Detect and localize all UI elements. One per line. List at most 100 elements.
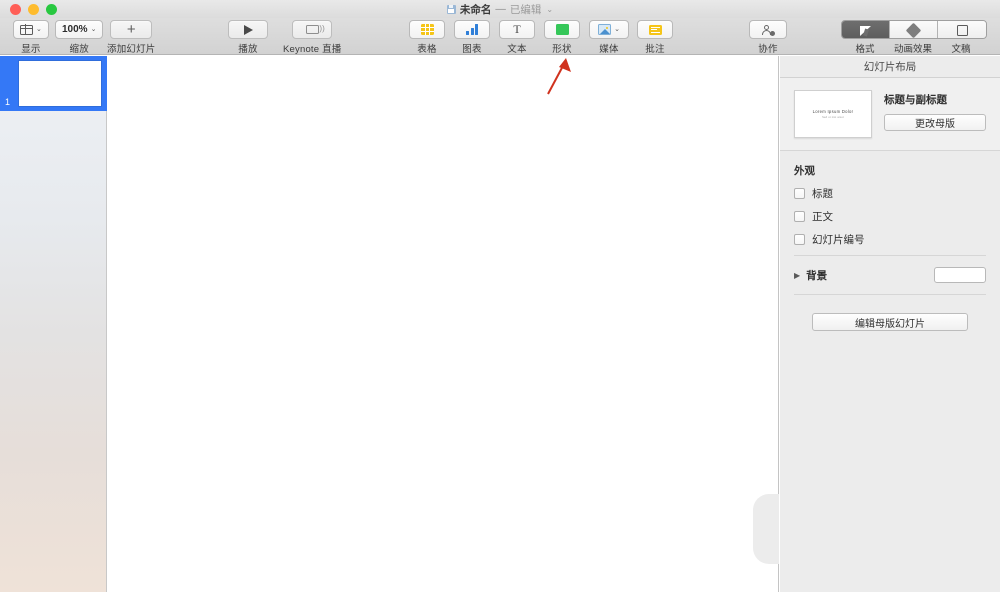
plus-icon: + (126, 21, 136, 38)
title-bar: 未命名 — 已编辑 ⌄ (0, 0, 1000, 18)
disclosure-triangle-icon[interactable]: ▶ (794, 271, 800, 280)
document-square-icon (956, 25, 968, 36)
insert-comment-button[interactable] (637, 20, 673, 39)
animate-diamond-icon (905, 22, 922, 38)
comment-note-icon (648, 24, 662, 35)
chevron-down-icon: ⌄ (614, 26, 620, 33)
zoom-level-value: 100% (62, 24, 88, 35)
toolbar-item-text[interactable]: T 文本 (499, 20, 535, 55)
toolbar-label-live: Keynote 直播 (283, 44, 342, 55)
add-slide-button[interactable]: + (110, 20, 153, 39)
tab-label-document: 文稿 (951, 44, 971, 55)
bar-chart-icon (466, 24, 479, 35)
toolbar-label-add-slide: 添加幻灯片 (107, 44, 156, 55)
master-thumb-title: Lorem Ipsum Dolor (812, 109, 854, 115)
toolbar-item-collaborate[interactable]: 协作 (749, 20, 787, 55)
checkbox-row-title[interactable]: 标题 (794, 186, 986, 201)
checkbox-label-title: 标题 (812, 188, 833, 200)
chevron-down-icon: ⌄ (36, 26, 42, 33)
main-toolbar: ⌄ 显示 100% ⌄ 缩放 + 添加幻灯片 播放)) Keynote 直播 … (0, 18, 1000, 55)
toolbar-item-view[interactable]: ⌄ 显示 (13, 20, 49, 55)
checkbox-title[interactable] (794, 188, 805, 199)
table-icon (420, 24, 434, 35)
keynote-live-button[interactable] (292, 20, 333, 39)
tab-label-animate: 动画效果 (893, 44, 932, 55)
keynote-window: 未命名 — 已编辑 ⌄ ⌄ 显示 100% ⌄ 缩放 + 添加幻灯片 播放))… (0, 0, 1000, 592)
toolbar-item-shape[interactable]: 形状 (544, 20, 580, 55)
edit-master-slide-button[interactable]: 编辑母版幻灯片 (812, 313, 968, 331)
slide-canvas[interactable] (108, 56, 779, 592)
document-title-area[interactable]: 未命名 — 已编辑 ⌄ (0, 0, 1000, 18)
toolbar-label-play: 播放 (238, 44, 258, 55)
insert-chart-button[interactable] (454, 20, 490, 39)
checkbox-row-body[interactable]: 正文 (794, 209, 986, 224)
media-image-icon (598, 24, 612, 35)
collaborate-button[interactable] (749, 20, 787, 39)
toolbar-label-zoom: 缩放 (69, 44, 89, 55)
layout-name: 标题与副标题 (884, 94, 947, 106)
slide-navigator[interactable]: 1 (0, 56, 107, 592)
checkbox-row-slide-number[interactable]: 幻灯片编号 (794, 232, 986, 247)
master-thumb-subtitle: Sed ut nisi amet (822, 115, 844, 119)
chevron-down-icon[interactable]: ⌄ (546, 5, 553, 14)
checkbox-body[interactable] (794, 211, 805, 222)
insert-text-button[interactable]: T (499, 20, 535, 39)
chevron-down-icon: ⌄ (90, 26, 97, 33)
tab-label-format: 格式 (855, 44, 875, 55)
play-triangle-icon (243, 24, 253, 35)
document-save-icon (446, 4, 456, 14)
format-brush-icon (859, 25, 872, 37)
checkbox-label-body: 正文 (812, 211, 833, 223)
tab-animate[interactable] (890, 21, 938, 38)
tab-format[interactable] (842, 21, 890, 38)
insert-media-button[interactable]: ⌄ (589, 20, 629, 39)
toolbar-label-table: 表格 (417, 44, 437, 55)
format-inspector-panel: 幻灯片布局 Lorem Ipsum Dolor Sed ut nisi amet… (780, 56, 1000, 592)
slide-number: 1 (5, 97, 11, 107)
divider (794, 294, 986, 295)
play-button[interactable] (228, 20, 268, 39)
zoom-button[interactable]: 100% ⌄ (55, 20, 104, 39)
insert-table-button[interactable] (409, 20, 445, 39)
change-master-button[interactable]: 更改母版 (884, 114, 986, 131)
panel-resize-handle[interactable] (753, 494, 779, 564)
toolbar-label-collaborate: 协作 (758, 44, 778, 55)
toolbar-item-zoom[interactable]: 100% ⌄ 缩放 (55, 20, 104, 55)
view-panes-icon (19, 24, 34, 35)
toolbar-item-comment[interactable]: 批注 (637, 20, 673, 55)
document-title: 未命名 (459, 3, 492, 16)
master-slide-thumbnail[interactable]: Lorem Ipsum Dolor Sed ut nisi amet (794, 90, 872, 138)
toolbar-item-table[interactable]: 表格 (409, 20, 445, 55)
checkbox-label-slide-number: 幻灯片编号 (812, 234, 865, 246)
inspector-tab-group[interactable] (841, 20, 987, 39)
document-edit-state: 已编辑 (509, 3, 542, 16)
toolbar-item-chart[interactable]: 图表 (454, 20, 490, 55)
inspector-tab-labels: 格式 动画效果 文稿 (841, 41, 987, 55)
background-row[interactable]: ▶ 背景 (794, 267, 986, 283)
text-T-icon: T (513, 22, 521, 36)
toolbar-item-add-slide[interactable]: + 添加幻灯片 (107, 20, 156, 55)
checkbox-slide-number[interactable] (794, 234, 805, 245)
toolbar-item-media[interactable]: ⌄ 媒体 (589, 20, 629, 55)
insert-shape-button[interactable] (544, 20, 580, 39)
tab-document[interactable] (938, 21, 986, 38)
toolbar-label-comment: 批注 (645, 44, 665, 55)
slide-thumbnail[interactable] (17, 60, 102, 107)
background-color-swatch[interactable] (934, 267, 986, 283)
toolbar-label-view: 显示 (21, 44, 41, 55)
toolbar-item-play[interactable]: 播放 (228, 20, 268, 55)
view-button[interactable]: ⌄ (13, 20, 49, 39)
toolbar-label-chart: 图表 (462, 44, 482, 55)
toolbar-label-media: 媒体 (599, 44, 619, 55)
toolbar-label-text: 文本 (507, 44, 527, 55)
live-broadcast-icon (305, 24, 325, 34)
inspector-header: 幻灯片布局 (780, 56, 1000, 78)
collaborate-person-gear-icon (761, 24, 775, 36)
background-label: 背景 (806, 269, 828, 282)
toolbar-label-shape: 形状 (552, 44, 572, 55)
slide-thumbnail-item[interactable]: 1 (0, 56, 107, 111)
toolbar-item-live[interactable]: Keynote 直播 (283, 20, 342, 55)
appearance-section: 外观 标题 正文 幻灯片编号 ▶ 背景 编辑母版幻灯片 (780, 151, 1000, 331)
shape-square-icon (555, 24, 569, 35)
slide-layout-section: Lorem Ipsum Dolor Sed ut nisi amet 标题与副标… (780, 78, 1000, 151)
